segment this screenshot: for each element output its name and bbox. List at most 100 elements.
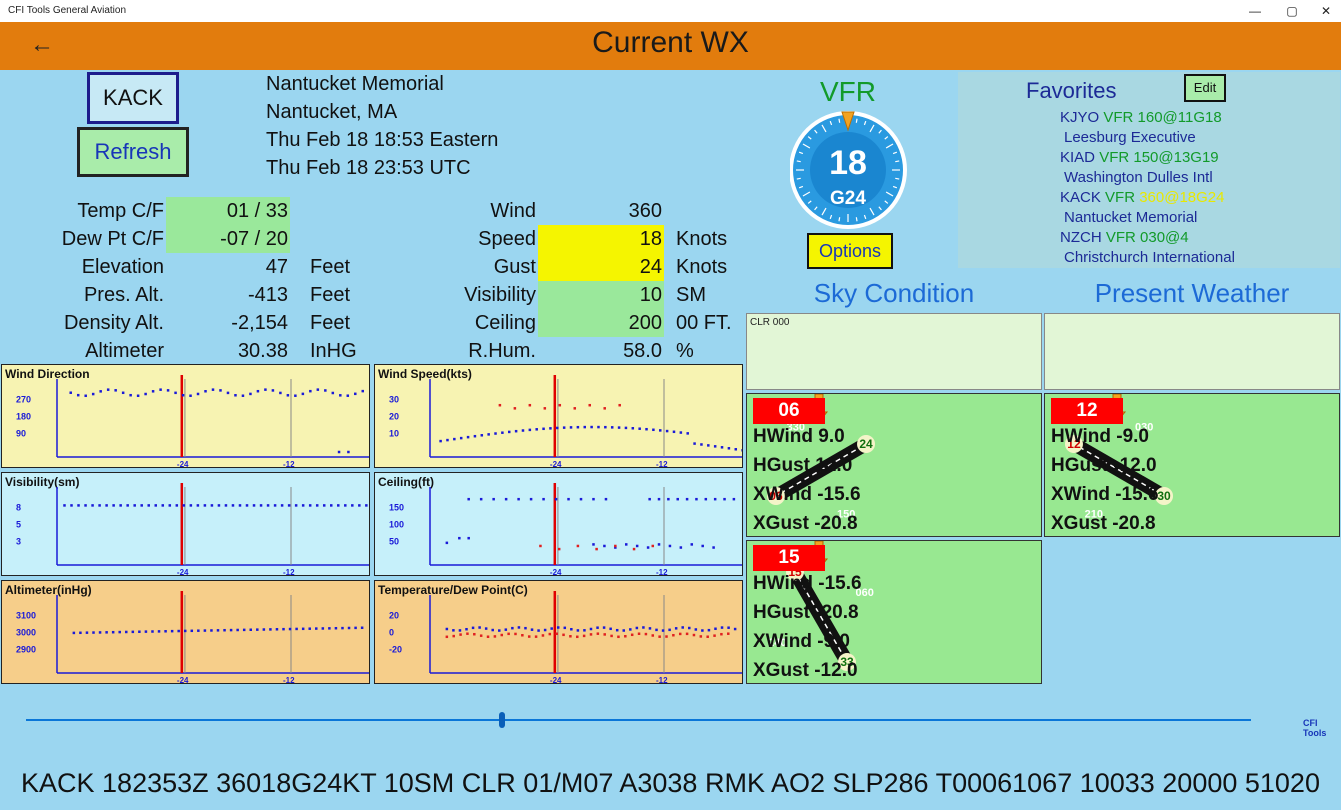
history-chart: Wind Direction 270 180 90 -24 -12 — [1, 364, 370, 468]
data-point — [542, 497, 545, 501]
data-point — [238, 504, 242, 507]
data-point — [219, 389, 222, 392]
refresh-button[interactable]: Refresh — [77, 127, 189, 177]
data-point — [216, 629, 220, 632]
data-point — [262, 628, 266, 631]
favorite-item[interactable]: KJYO VFR 160@11G18 — [1060, 109, 1222, 126]
data-point — [733, 627, 737, 631]
data-point — [328, 627, 331, 630]
data-point — [701, 629, 704, 632]
window-title-bar: CFI Tools General Aviation — ▢ ✕ — [0, 0, 1341, 22]
data-point — [713, 497, 717, 501]
data-point — [308, 504, 312, 507]
favorite-item[interactable]: KACK VFR 360@18G24 — [1060, 189, 1225, 206]
favorite-wind: 150@13G19 — [1133, 149, 1219, 166]
data-point — [354, 392, 357, 396]
data-point — [131, 630, 135, 634]
data-point — [151, 630, 154, 633]
data-point — [294, 504, 298, 507]
favorite-item[interactable]: KIAD VFR 150@13G19 — [1060, 149, 1219, 166]
data-point — [63, 504, 66, 507]
flight-category: VFR — [820, 76, 876, 107]
data-point — [535, 428, 538, 431]
weather-unit: Feet — [310, 256, 351, 278]
sky-condition-box: CLR 000 — [746, 313, 1042, 390]
data-point-secondary — [548, 632, 552, 636]
dial-tick — [855, 118, 858, 123]
data-point-secondary — [486, 635, 490, 638]
data-point — [556, 426, 559, 430]
data-point-secondary — [528, 403, 532, 407]
data-point — [98, 504, 101, 507]
runway-end-label: 30 — [1157, 489, 1171, 503]
data-point — [279, 391, 282, 395]
data-point — [119, 504, 122, 507]
weather-value: -413 — [247, 284, 288, 306]
data-point — [672, 430, 676, 434]
data-point — [140, 504, 143, 507]
data-point — [177, 629, 180, 633]
maximize-icon[interactable]: ▢ — [1277, 2, 1307, 20]
timeline-slider-track[interactable] — [26, 719, 1251, 721]
favorite-name[interactable]: Leesburg Executive — [1064, 129, 1196, 146]
data-point — [121, 391, 125, 395]
favorite-name[interactable]: Washington Dulles Intl — [1064, 169, 1213, 186]
data-point — [341, 626, 344, 630]
data-point — [445, 627, 449, 631]
data-point — [467, 497, 470, 501]
timeline-slider-thumb[interactable] — [499, 712, 505, 728]
options-button[interactable]: Options — [807, 233, 893, 269]
minimize-icon[interactable]: — — [1240, 2, 1270, 20]
favorite-name[interactable]: Nantucket Memorial — [1064, 209, 1197, 226]
runway-hwind: HWind -15.6 — [753, 573, 862, 594]
data-point — [635, 544, 639, 548]
data-point — [183, 629, 187, 633]
dial-tick — [855, 217, 858, 222]
data-point-secondary — [452, 634, 455, 638]
data-point — [347, 450, 350, 454]
data-point — [638, 427, 641, 430]
x-tick-label: -24 — [550, 676, 562, 684]
data-point — [487, 433, 490, 436]
favorite-wind: 360@18G24 — [1139, 189, 1225, 206]
airport-name: Nantucket Memorial — [266, 73, 444, 95]
back-arrow-icon[interactable]: ← — [30, 30, 58, 60]
runway-number: 15 — [753, 545, 825, 571]
data-point — [622, 629, 626, 632]
data-point-secondary — [603, 633, 606, 636]
station-button[interactable]: KACK — [87, 72, 179, 124]
data-point — [331, 391, 335, 395]
weather-label: Speed — [478, 228, 536, 250]
favorites-edit-button[interactable]: Edit — [1184, 74, 1226, 102]
data-point — [92, 631, 95, 634]
history-chart: Altimeter(inHg) 3100 3000 2900 -24 -12 — [1, 580, 370, 684]
data-point — [701, 544, 704, 548]
data-point — [294, 394, 297, 397]
data-point-secondary — [685, 632, 689, 636]
y-tick-label: 10 — [389, 429, 399, 439]
data-point-secondary — [445, 635, 449, 639]
data-point-secondary — [493, 635, 497, 638]
y-tick-label: 20 — [389, 610, 399, 620]
data-point — [596, 626, 599, 629]
favorite-category: VFR — [1105, 189, 1136, 206]
data-point — [579, 497, 583, 501]
favorite-item[interactable]: NZCH VFR 030@4 — [1060, 229, 1189, 246]
data-point — [91, 392, 95, 396]
data-point — [592, 497, 595, 501]
weather-value: 58.0 — [623, 340, 662, 362]
weather-value: 18 — [538, 225, 664, 253]
runway-hwind: HWind 9.0 — [753, 426, 845, 447]
data-point-secondary — [562, 633, 565, 637]
x-tick-label: -12 — [656, 676, 668, 684]
favorite-name[interactable]: Christchurch International — [1064, 249, 1235, 266]
runway-xgust: XGust -20.8 — [753, 513, 858, 534]
close-icon[interactable]: ✕ — [1311, 2, 1341, 20]
data-point — [229, 628, 233, 632]
data-point — [105, 504, 108, 507]
data-point — [249, 392, 252, 396]
data-point — [723, 497, 726, 501]
sky-condition-title: Sky Condition — [813, 278, 975, 308]
data-point — [164, 630, 167, 633]
data-point-secondary — [459, 633, 462, 636]
